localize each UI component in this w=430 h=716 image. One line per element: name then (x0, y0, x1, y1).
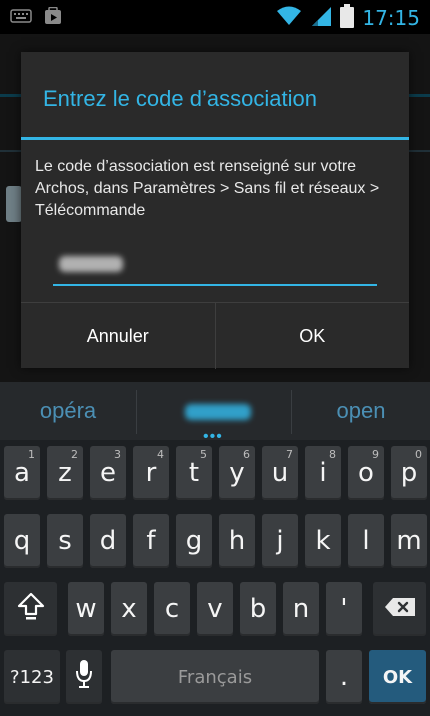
ok-button[interactable]: OK (214, 303, 410, 369)
key-hint: 5 (200, 448, 207, 461)
play-store-icon (44, 6, 62, 29)
key-hint: 7 (286, 448, 293, 461)
pairing-code-input[interactable] (53, 236, 377, 286)
key-label: z (58, 458, 72, 488)
key-hint: 4 (157, 448, 164, 461)
signal-icon (310, 5, 332, 31)
key-j[interactable]: j (262, 514, 298, 568)
redacted-suggestion (185, 404, 251, 420)
soft-keyboard: opéra ••• open 1a 2z 3e 4r 5t 6y 7u 8i 9… (0, 382, 430, 716)
key-x[interactable]: x (111, 582, 147, 636)
key-k[interactable]: k (305, 514, 341, 568)
clock: 17:15 (362, 6, 420, 30)
key-s[interactable]: s (47, 514, 83, 568)
key-label: p (400, 458, 418, 488)
key-o[interactable]: 9o (348, 446, 384, 500)
dialog-message: Le code d’association est renseigné sur … (35, 158, 380, 219)
space-key[interactable]: Français (111, 650, 319, 704)
key-label: a (14, 458, 30, 488)
background-thumbnail (6, 186, 22, 222)
keyboard-icon (10, 7, 32, 29)
period-key[interactable]: . (326, 650, 362, 704)
pairing-code-dialog: Entrez le code d’association Le code d’a… (21, 52, 409, 369)
key-label: y (229, 458, 245, 488)
backspace-key[interactable] (373, 582, 426, 636)
suggestion-right[interactable]: open (292, 382, 430, 440)
key-g[interactable]: g (176, 514, 212, 568)
key-r[interactable]: 4r (133, 446, 169, 500)
key-a[interactable]: 1a (4, 446, 40, 500)
key-label: r (145, 458, 157, 488)
suggestion-left[interactable]: opéra (0, 382, 136, 440)
key-y[interactable]: 6y (219, 446, 255, 500)
redacted-code-text (59, 256, 123, 272)
key-hint: 1 (28, 448, 35, 461)
key-label: i (319, 458, 327, 488)
key-hint: 3 (114, 448, 121, 461)
title-divider (21, 137, 409, 140)
key-l[interactable]: l (348, 514, 384, 568)
shift-icon (17, 591, 45, 628)
symbols-key[interactable]: ?123 (4, 650, 60, 704)
microphone-icon (75, 659, 93, 696)
key-d[interactable]: d (90, 514, 126, 568)
key-n[interactable]: n (283, 582, 319, 636)
status-bar: 17:15 (0, 0, 430, 34)
key-i[interactable]: 8i (305, 446, 341, 500)
shift-key[interactable] (4, 582, 57, 636)
key-p[interactable]: 0p (391, 446, 427, 500)
cancel-button[interactable]: Annuler (21, 303, 215, 369)
dialog-title: Entrez le code d’association (43, 86, 317, 111)
key-v[interactable]: v (197, 582, 233, 636)
key-m[interactable]: m (391, 514, 427, 568)
backspace-icon (384, 594, 416, 624)
key-hint: 8 (329, 448, 336, 461)
key-hint: 0 (415, 448, 422, 461)
battery-icon (340, 4, 355, 32)
key-hint: 2 (71, 448, 78, 461)
key-apostrophe[interactable]: ' (326, 582, 362, 636)
suggestion-strip: opéra ••• open (0, 382, 430, 445)
key-c[interactable]: c (154, 582, 190, 636)
key-b[interactable]: b (240, 582, 276, 636)
wifi-icon (276, 5, 302, 31)
key-h[interactable]: h (219, 514, 255, 568)
key-e[interactable]: 3e (90, 446, 126, 500)
dialog-button-bar: Annuler OK (21, 302, 409, 369)
key-hint: 6 (243, 448, 250, 461)
key-t[interactable]: 5t (176, 446, 212, 500)
key-q[interactable]: q (4, 514, 40, 568)
key-label: e (100, 458, 116, 488)
key-hint: 9 (372, 448, 379, 461)
key-z[interactable]: 2z (47, 446, 83, 500)
key-label: o (358, 458, 374, 488)
enter-ok-key[interactable]: OK (369, 650, 426, 704)
key-f[interactable]: f (133, 514, 169, 568)
key-w[interactable]: w (68, 582, 104, 636)
voice-input-key[interactable] (66, 650, 102, 704)
key-label: u (271, 458, 289, 488)
key-u[interactable]: 7u (262, 446, 298, 500)
key-label: t (188, 458, 200, 488)
more-suggestions-dots: ••• (203, 428, 223, 445)
suggestion-center[interactable]: ••• (137, 382, 291, 445)
